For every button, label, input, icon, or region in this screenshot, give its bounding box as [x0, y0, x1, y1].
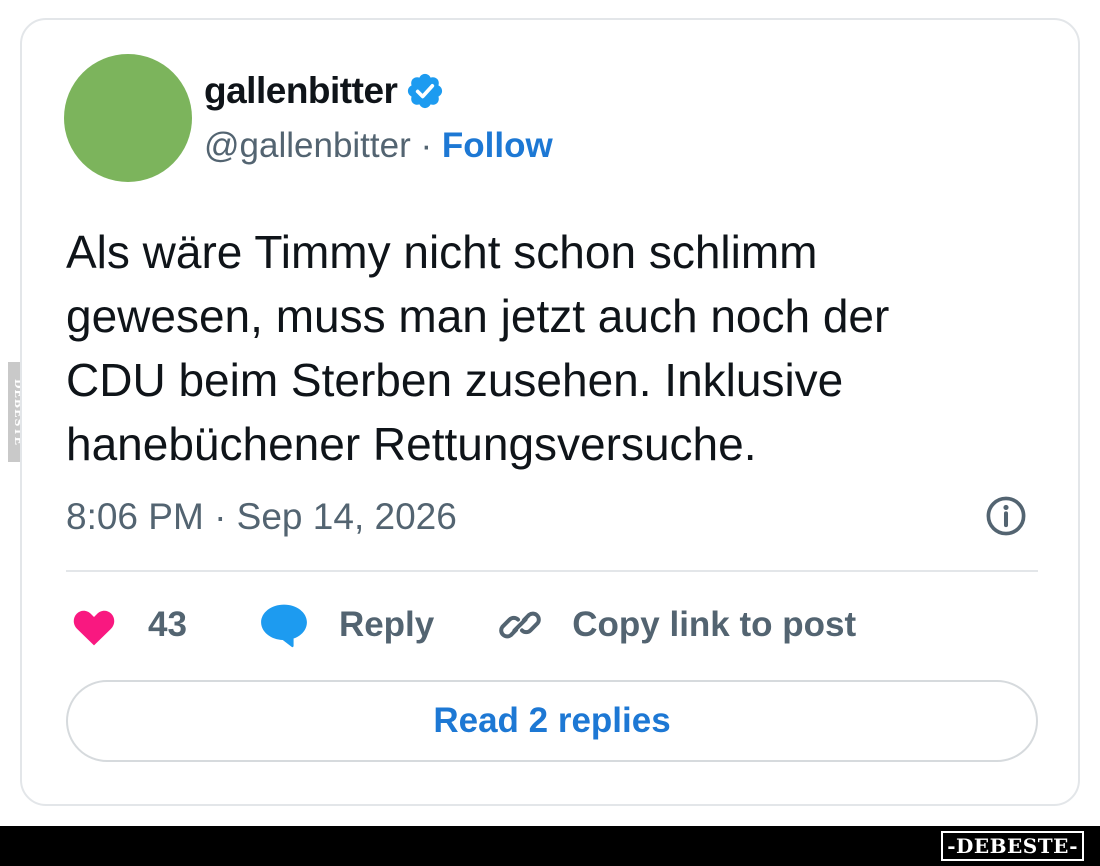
avatar[interactable]	[64, 54, 192, 182]
author-handle-row: @gallenbitter · Follow	[204, 126, 553, 166]
copy-link-label: Copy link to post	[572, 605, 857, 644]
reply-label: Reply	[338, 605, 435, 644]
divider	[66, 570, 1038, 572]
post-card: gallenbitter @gallenbitter · Follow Als …	[20, 18, 1080, 806]
author-handle[interactable]: @gallenbitter	[204, 126, 411, 165]
verified-badge-icon	[408, 73, 443, 109]
author-name-row: gallenbitter	[204, 70, 445, 112]
reply-bubble-icon	[261, 604, 307, 648]
footer-bar: -DEBESTE-	[0, 826, 1100, 866]
footer-watermark-logo: -DEBESTE-	[941, 831, 1084, 861]
action-bar: 43 Reply Copy link to post	[70, 600, 856, 650]
post-text: Als wäre Timmy nicht schon schlimm gewes…	[66, 226, 890, 470]
read-replies-button[interactable]: Read 2 replies	[66, 680, 1038, 762]
info-icon[interactable]	[984, 494, 1028, 538]
reply-button[interactable]: Reply	[259, 602, 434, 648]
link-icon	[499, 611, 542, 639]
handle-separator: ·	[420, 126, 433, 165]
heart-icon	[73, 610, 115, 646]
copy-link-button[interactable]: Copy link to post	[496, 601, 856, 649]
author-name[interactable]: gallenbitter	[204, 70, 398, 112]
follow-link[interactable]: Follow	[442, 126, 553, 165]
like-button[interactable]: 43	[70, 603, 187, 647]
post-timestamp[interactable]: 8:06 PM · Sep 14, 2026	[66, 496, 457, 538]
like-count: 43	[148, 605, 187, 644]
